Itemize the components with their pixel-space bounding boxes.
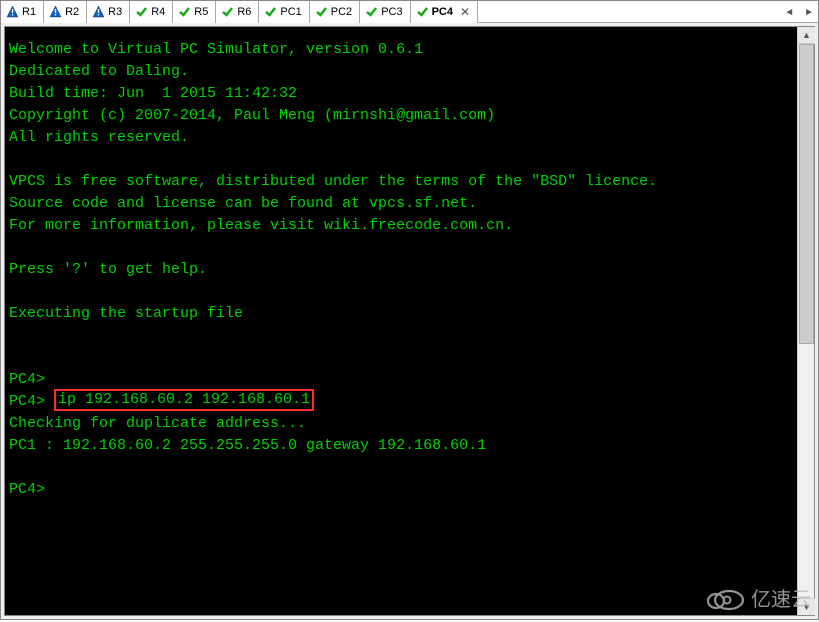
tab-r6[interactable]: R6 (216, 1, 259, 23)
warning-icon (49, 5, 62, 18)
terminal[interactable]: Welcome to Virtual PC Simulator, version… (5, 27, 797, 615)
app-window: R1 R2 R3 R4 R5 (0, 0, 819, 620)
warning-icon (6, 5, 19, 18)
tab-pc3[interactable]: PC3 (360, 1, 410, 23)
tab-r1[interactable]: R1 (1, 1, 44, 23)
tab-pc4[interactable]: PC4 ✕ (411, 1, 478, 23)
tab-label: R3 (108, 6, 122, 18)
terminal-prompt: PC4> (9, 393, 54, 410)
check-icon (264, 5, 277, 18)
tab-pc2[interactable]: PC2 (310, 1, 360, 23)
tab-label: PC2 (331, 6, 352, 18)
tab-label: PC4 (432, 6, 453, 18)
terminal-output: Welcome to Virtual PC Simulator, version… (9, 41, 657, 388)
check-icon (178, 5, 191, 18)
check-icon (416, 5, 429, 18)
check-icon (221, 5, 234, 18)
tab-label: R1 (22, 6, 36, 18)
tab-bar: R1 R2 R3 R4 R5 (1, 1, 818, 23)
tab-r3[interactable]: R3 (87, 1, 130, 23)
tab-label: PC3 (381, 6, 402, 18)
check-icon (365, 5, 378, 18)
terminal-output: Checking for duplicate address... PC1 : … (9, 415, 486, 498)
terminal-container: Welcome to Virtual PC Simulator, version… (4, 26, 815, 616)
tab-pc1[interactable]: PC1 (259, 1, 309, 23)
tab-r2[interactable]: R2 (44, 1, 87, 23)
scrollbar[interactable]: ▲ ▼ (797, 27, 814, 615)
tab-nav: ◄ ► (782, 1, 816, 23)
tab-next-button[interactable]: ► (802, 5, 816, 20)
tab-label: PC1 (280, 6, 301, 18)
tab-r4[interactable]: R4 (130, 1, 173, 23)
tab-label: R2 (65, 6, 79, 18)
check-icon (315, 5, 328, 18)
tab-label: R4 (151, 6, 165, 18)
tab-prev-button[interactable]: ◄ (782, 5, 796, 20)
check-icon (135, 5, 148, 18)
warning-icon (92, 5, 105, 18)
scroll-thumb[interactable] (799, 44, 814, 344)
scroll-down-button[interactable]: ▼ (798, 598, 815, 615)
tab-r5[interactable]: R5 (173, 1, 216, 23)
tab-label: R5 (194, 6, 208, 18)
tab-label: R6 (237, 6, 251, 18)
scroll-up-button[interactable]: ▲ (798, 27, 815, 44)
highlighted-command: ip 192.168.60.2 192.168.60.1 (54, 389, 314, 411)
close-icon[interactable]: ✕ (460, 5, 470, 19)
